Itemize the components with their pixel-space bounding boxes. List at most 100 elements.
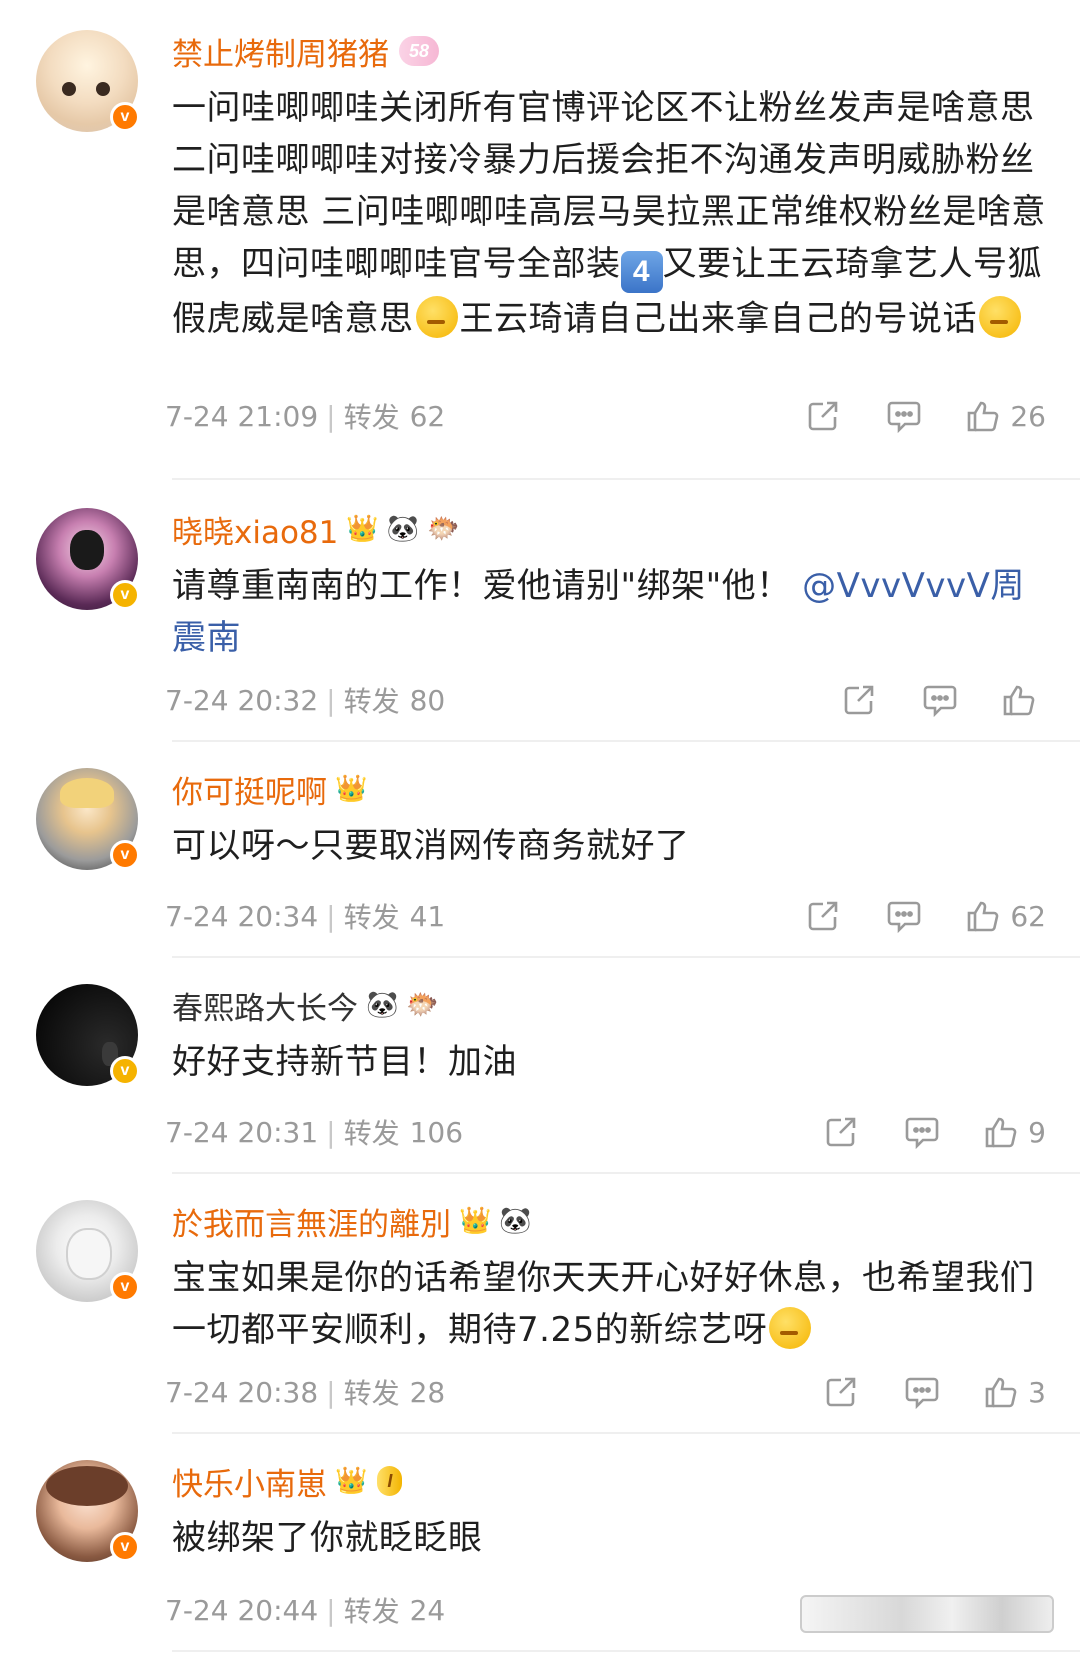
panda-badge-icon: 🐼	[499, 1206, 532, 1236]
username[interactable]: 你可挺呢啊	[172, 767, 327, 812]
fan-level-badge: 58	[399, 36, 440, 66]
thumbs-up-icon	[968, 401, 999, 432]
reply-button[interactable]	[904, 1115, 940, 1149]
verified-badge-icon: v	[110, 580, 140, 610]
thumbs-up-icon	[1003, 685, 1035, 716]
reply-button[interactable]	[922, 683, 958, 717]
divider	[172, 1172, 1080, 1174]
divider-bar: |	[326, 683, 336, 717]
repost-label: 转发	[343, 1595, 400, 1628]
crown-badge-icon: 👑	[459, 1206, 492, 1236]
fish-badge-icon: 🐡	[427, 514, 460, 544]
timestamp: 7-24 20:44	[165, 1593, 319, 1627]
thumbs-up-icon	[985, 1377, 1017, 1408]
divider	[172, 1432, 1080, 1434]
like-count: 9	[1028, 1115, 1046, 1149]
divider-bar: |	[326, 1593, 336, 1627]
divider-bar: |	[326, 1115, 336, 1149]
repost-label: 转发	[343, 1117, 400, 1150]
share-icon	[844, 685, 874, 715]
avatar[interactable]: v	[36, 768, 140, 870]
like-button[interactable]: 3	[984, 1375, 1046, 1409]
comment-icon	[888, 401, 921, 433]
like-count: 62	[1010, 899, 1046, 933]
avatar[interactable]: v	[36, 1200, 140, 1302]
username[interactable]: 於我而言無涯的離別	[172, 1199, 451, 1244]
reply-button[interactable]	[904, 1375, 940, 1409]
divider-bar: |	[326, 899, 336, 933]
comment-text: 宝宝如果是你的话希望你天天开心好好休息，也希望我们一切都平安顺利，期待7.25的…	[172, 1258, 1035, 1350]
divider	[172, 478, 1080, 480]
username[interactable]: 快乐小南崽	[172, 1459, 327, 1504]
comment-meta: 7-24 21:09 | 转发 62 26	[165, 396, 1046, 436]
repost-count: 62	[409, 399, 446, 433]
username[interactable]: 晓晓xiao81	[172, 507, 338, 552]
crown-badge-icon: 👑	[335, 1466, 368, 1496]
panda-badge-icon: 🐼	[386, 514, 420, 544]
repost-count: 41	[409, 899, 446, 933]
like-count: 26	[1010, 399, 1046, 433]
repost-count: 106	[409, 1115, 464, 1149]
like-button[interactable]: 26	[966, 399, 1046, 433]
comment-text: 一问哇唧唧哇关闭所有官博评论区不让粉丝发声是啥意思 二问哇唧唧哇对接冷暴力后援会…	[172, 88, 1046, 339]
avatar[interactable]: v	[36, 1460, 140, 1562]
keycap-emoji-icon: 4	[620, 251, 663, 293]
username[interactable]: 春熙路大长今	[172, 983, 358, 1028]
crown-badge-icon: 👑	[346, 514, 379, 544]
share-button[interactable]	[806, 899, 840, 933]
comment-icon	[888, 901, 921, 933]
comment-text: 好好支持新节目！加油	[172, 1042, 517, 1082]
timestamp: 7-24 20:38	[165, 1375, 319, 1409]
verified-badge-icon: v	[110, 1056, 140, 1086]
thinking-face-emoji-icon	[979, 296, 1021, 338]
avatar[interactable]: v	[36, 984, 140, 1086]
comment-meta: 7-24 20:32 | 转发 80	[165, 680, 1046, 720]
username[interactable]: 禁止烤制周猪猪	[172, 29, 389, 74]
share-icon	[809, 401, 838, 431]
repost-label: 转发	[343, 685, 400, 718]
avatar[interactable]: v	[36, 508, 140, 610]
comment-meta: 7-24 20:31 | 转发 106 9	[165, 1112, 1046, 1152]
reply-button[interactable]	[886, 899, 922, 933]
share-button[interactable]	[842, 683, 876, 717]
share-icon	[809, 901, 838, 931]
share-icon	[826, 1117, 856, 1147]
verified-badge-icon: v	[110, 1272, 140, 1302]
verified-badge-icon: v	[110, 1532, 140, 1562]
comment-icon	[905, 1117, 939, 1149]
repost-count: 80	[409, 683, 446, 717]
comment-meta: 7-24 20:38 | 转发 28 3	[165, 1372, 1046, 1412]
timestamp: 7-24 20:32	[165, 683, 319, 717]
repost-count: 24	[409, 1593, 446, 1627]
like-button[interactable]: 62	[966, 899, 1046, 933]
verified-badge-icon: v	[110, 102, 140, 132]
share-button[interactable]	[824, 1375, 858, 1409]
avatar[interactable]: v	[36, 30, 140, 132]
divider-bar: |	[326, 399, 336, 433]
thinking-face-emoji-icon	[415, 296, 458, 338]
share-button[interactable]	[824, 1115, 858, 1149]
repost-label: 转发	[343, 401, 400, 434]
timestamp: 7-24 21:09	[165, 399, 319, 433]
share-icon	[826, 1377, 856, 1407]
comment-icon	[905, 1377, 939, 1409]
divider	[172, 956, 1080, 958]
crown-badge-icon: 👑	[335, 774, 368, 804]
comment-meta: 7-24 20:34 | 转发 41 62	[165, 896, 1046, 936]
divider-bar: |	[326, 1375, 336, 1409]
comment-text: 请尊重南南的工作！爱他请别"绑架"他！ @VvvVvvV周震南	[172, 566, 1025, 658]
reply-button[interactable]	[886, 399, 922, 433]
timestamp: 7-24 20:31	[165, 1115, 319, 1149]
like-button[interactable]	[1002, 683, 1046, 717]
repost-count: 28	[409, 1375, 446, 1409]
comment-text: 可以呀～只要取消网传商务就好了	[172, 826, 690, 866]
heart-face-emoji-icon	[769, 1307, 812, 1349]
fan-level-badge: I	[377, 1466, 403, 1496]
thumbs-up-icon	[985, 1117, 1017, 1148]
share-button[interactable]	[806, 399, 840, 433]
repost-label: 转发	[343, 901, 400, 934]
like-button[interactable]: 9	[984, 1115, 1046, 1149]
divider	[172, 740, 1080, 742]
comment-text: 被绑架了你就眨眨眼	[172, 1518, 483, 1558]
panda-badge-icon: 🐼	[366, 990, 399, 1020]
